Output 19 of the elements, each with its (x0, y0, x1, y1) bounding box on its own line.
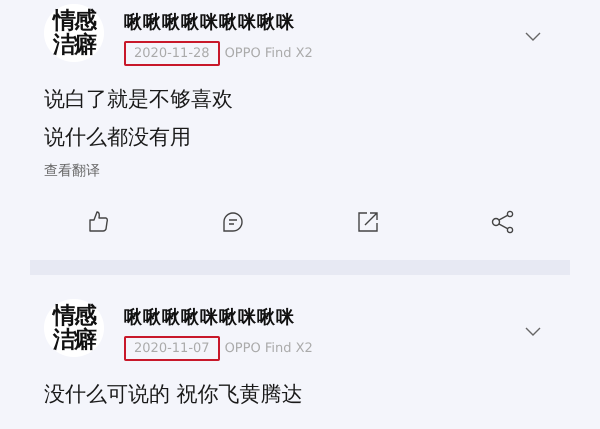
avatar-text: 洁癖 (53, 328, 95, 352)
repost-icon[interactable] (356, 210, 380, 234)
avatar-text: 情感 (53, 8, 95, 33)
post-text: 说白了就是不够喜欢 (44, 86, 234, 113)
avatar-text: 情感 (53, 304, 95, 328)
device-name: OPPO Find X2 (224, 341, 313, 356)
comment-icon[interactable] (220, 210, 244, 234)
avatar-text: 洁癖 (53, 33, 95, 58)
share-icon[interactable] (490, 210, 514, 234)
chevron-down-icon[interactable] (524, 30, 542, 42)
post-text: 说什么都没有用 (44, 124, 192, 151)
post-text: 没什么可说的 祝你飞黄腾达 (44, 381, 304, 408)
chevron-down-icon[interactable] (524, 325, 542, 337)
device-name: OPPO Find X2 (224, 46, 313, 61)
post-date: 2020-11-07 (124, 336, 220, 361)
username[interactable]: 啾啾啾啾咪啾咪啾咪 (124, 305, 524, 329)
username[interactable]: 啾啾啾啾咪啾咪啾咪 (124, 10, 524, 34)
post-date: 2020-11-28 (124, 41, 220, 66)
translate-link[interactable]: 查看翻译 (30, 162, 100, 180)
